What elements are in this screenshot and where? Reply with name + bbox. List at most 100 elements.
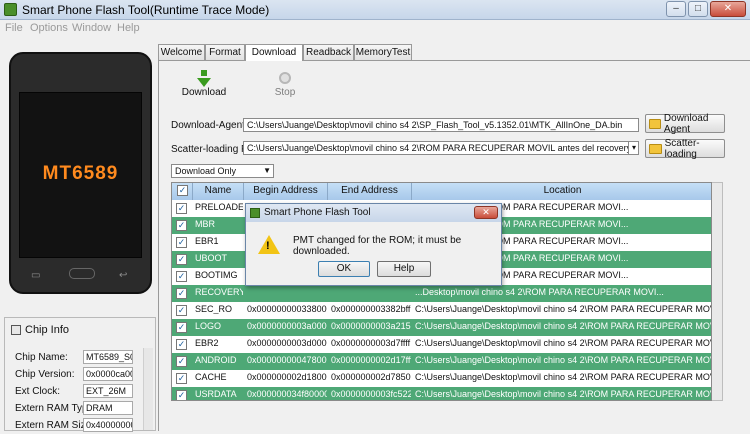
location-path: C:\Users\Juange\Desktop\movil chino s4 2…: [415, 389, 711, 399]
download-agent-label: Download-Agent: [171, 120, 245, 131]
stop-button[interactable]: Stop: [262, 70, 308, 102]
ram-size-value: 0x40000000: [83, 418, 133, 432]
begin-address: 0x000000002d180000: [247, 372, 327, 382]
chevron-down-icon: ▼: [263, 166, 271, 175]
chip-name-value: MT6589_S00: [83, 350, 133, 364]
table-row[interactable]: ✓ LOGO 0x0000000003a00000 0x0000000003a2153…: [172, 319, 711, 336]
column-header-end[interactable]: End Address: [328, 183, 412, 200]
scatter-loading-button[interactable]: Scatter-loading: [645, 138, 725, 160]
download-mode-value: Download Only: [175, 166, 237, 176]
location-path: C:\Users\Juange\Desktop\movil chino s4 2…: [415, 304, 711, 314]
location-path: C:\Users\Juange\Desktop\movil chino s4 2…: [415, 338, 711, 348]
row-checkbox[interactable]: ✓: [176, 305, 187, 316]
ok-button[interactable]: OK: [318, 261, 370, 277]
partition-name: EBR1: [195, 236, 219, 246]
download-label: Download: [181, 87, 227, 98]
table-row[interactable]: ✓ USRDATA 0x000000034f80000 0x0000000003fc5…: [172, 387, 711, 400]
row-checkbox[interactable]: ✓: [176, 203, 187, 214]
table-row[interactable]: ✓ EBR2 0x0000000003d00000 0x0000000003d7fff…: [172, 336, 711, 353]
phone-screen: MT6589: [19, 92, 142, 258]
table-scrollbar[interactable]: [712, 182, 723, 401]
row-checkbox[interactable]: ✓: [176, 390, 187, 400]
end-address: 0x0000000003a21537: [331, 321, 411, 331]
scatter-dropdown[interactable]: ▾: [628, 141, 639, 155]
download-arrow-icon: [197, 78, 211, 87]
row-checkbox[interactable]: ✓: [176, 254, 187, 265]
download-mode-select[interactable]: Download Only ▼: [171, 164, 274, 178]
table-row[interactable]: ✓ ANDROID 0x0000000004780000 0x0000000002d1…: [172, 353, 711, 370]
maximize-button[interactable]: □: [688, 1, 708, 17]
stop-icon: [279, 72, 291, 84]
menu-help[interactable]: Help: [117, 22, 140, 34]
partition-name: BOOTIMG: [195, 270, 238, 280]
tab-welcome[interactable]: Welcome: [158, 44, 205, 60]
row-checkbox[interactable]: ✓: [176, 237, 187, 248]
chip-name-label: Chip Name:: [15, 352, 68, 363]
row-checkbox[interactable]: ✓: [176, 288, 187, 299]
tab-format[interactable]: Format: [205, 44, 245, 60]
chip-info-scrollbar[interactable]: [143, 348, 153, 430]
download-icon: [201, 70, 207, 76]
column-header-location[interactable]: Location: [412, 183, 711, 200]
partition-name: ANDROID: [195, 355, 237, 365]
scatter-file-path[interactable]: C:\Users\Juange\Desktop\movil chino s4 2…: [243, 141, 629, 155]
tab-memorytest[interactable]: MemoryTest: [354, 44, 412, 60]
ram-type-value: DRAM: [83, 401, 133, 415]
column-header-begin[interactable]: Begin Address: [244, 183, 328, 200]
dialog-message: PMT changed for the ROM; it must be down…: [293, 235, 462, 257]
download-button[interactable]: Download: [181, 70, 227, 102]
partition-name: PRELOADER: [195, 202, 243, 212]
header-checkbox[interactable]: ✓: [177, 185, 188, 196]
folder-icon: [649, 118, 661, 129]
end-address: 0x0000000002d17ffff: [331, 355, 411, 365]
phone-graphic: MT6589 ▭ ↩: [9, 52, 152, 294]
begin-address: 0x0000000003a00000: [247, 321, 327, 331]
column-header-name[interactable]: Name: [193, 183, 244, 200]
chip-info-row: Ext Clock: EXT_26M: [15, 384, 155, 400]
table-row[interactable]: ✓ CACHE 0x000000002d180000 0x000000002d7850…: [172, 370, 711, 387]
menu-window[interactable]: Window: [72, 22, 111, 34]
app-icon: [250, 208, 260, 218]
tab-readback[interactable]: Readback: [303, 44, 354, 60]
partition-name: UBOOT: [195, 253, 228, 263]
table-bottom-area: [171, 401, 723, 431]
folder-icon: [649, 143, 662, 154]
chip-info-row: Extern RAM Size: 0x40000000: [15, 418, 155, 434]
row-checkbox[interactable]: ✓: [176, 220, 187, 231]
chip-info-row: Chip Name: MT6589_S00: [15, 350, 155, 366]
row-checkbox[interactable]: ✓: [176, 356, 187, 367]
row-checkbox[interactable]: ✓: [176, 322, 187, 333]
partition-name: EBR2: [195, 338, 219, 348]
menu-file[interactable]: File: [5, 22, 23, 34]
app-icon: [4, 3, 17, 16]
help-button[interactable]: Help: [377, 261, 431, 277]
menu-options[interactable]: Options: [30, 22, 68, 34]
dialog-title-bar: Smart Phone Flash Tool ✕: [246, 204, 501, 222]
menu-bar: File Options Window Help: [0, 20, 750, 37]
close-button[interactable]: ✕: [710, 1, 746, 17]
end-address: 0x000000003382bff: [331, 304, 411, 314]
menu-key-icon: ▭: [31, 270, 41, 281]
table-row[interactable]: ✓ SEC_RO 0x0000000003380000 0x000000003382b…: [172, 302, 711, 319]
ext-clock-value: EXT_26M: [83, 384, 133, 398]
column-header-check[interactable]: ✓: [172, 183, 193, 200]
minimize-button[interactable]: –: [666, 1, 686, 17]
partition-name: LOGO: [195, 321, 222, 331]
row-checkbox[interactable]: ✓: [176, 373, 187, 384]
dialog-close-button[interactable]: ✕: [474, 206, 498, 219]
chip-info-icon: [11, 325, 21, 335]
window-controls: – □ ✕: [666, 1, 746, 17]
end-address: 0x0000000003fc52213: [331, 389, 411, 399]
tab-download[interactable]: Download: [245, 44, 303, 61]
row-checkbox[interactable]: ✓: [176, 339, 187, 350]
begin-address: 0x0000000003380000: [247, 304, 327, 314]
chip-info-panel: Chip Info Chip Name: MT6589_S00 Chip Ver…: [4, 317, 156, 434]
partition-name: SEC_RO: [195, 304, 233, 314]
download-agent-path[interactable]: C:\Users\Juange\Desktop\movil chino s4 2…: [243, 118, 639, 132]
table-row[interactable]: ✓ RECOVERY ...Desktop\movil chino s4 2\ROM…: [172, 285, 711, 302]
download-agent-button[interactable]: Download Agent: [645, 113, 725, 135]
ext-clock-label: Ext Clock:: [15, 386, 61, 397]
row-checkbox[interactable]: ✓: [176, 271, 187, 282]
home-key-icon: [69, 268, 95, 279]
warning-icon-mark: !: [266, 240, 270, 252]
